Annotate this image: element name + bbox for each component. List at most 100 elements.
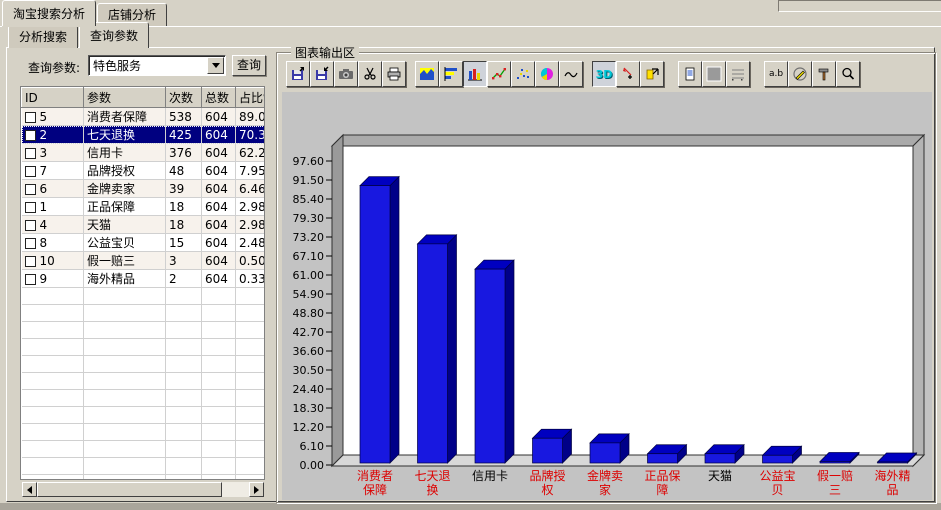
- cell-total: 604: [202, 252, 236, 270]
- area-chart-button[interactable]: [415, 61, 439, 87]
- edit-chart-button[interactable]: [788, 61, 812, 87]
- grid-lines-icon: [730, 66, 746, 82]
- query-param-combobox[interactable]: 特色服务: [88, 55, 226, 76]
- col-header-total[interactable]: 总数: [202, 88, 236, 108]
- vbar-chart-button[interactable]: [463, 61, 487, 87]
- cell-pct: 62.25: [236, 144, 266, 162]
- combobox-value: 特色服务: [89, 57, 206, 74]
- window-edge-artifact: [778, 0, 941, 12]
- tab-analysis-search[interactable]: 分析搜索: [8, 25, 78, 48]
- cell-count: 376: [166, 144, 202, 162]
- table-row[interactable]: 3信用卡37660462.25: [22, 144, 266, 162]
- table-row[interactable]: 9海外精品26040.33: [22, 270, 266, 288]
- area-chart-icon: [419, 66, 435, 82]
- toggle-3d-button[interactable]: 3D: [592, 61, 616, 87]
- table-row[interactable]: 6金牌卖家396046.46: [22, 180, 266, 198]
- cell-pct: 6.46: [236, 180, 266, 198]
- empty-row: [22, 339, 266, 356]
- zoom-button[interactable]: [836, 61, 860, 87]
- table-row[interactable]: 8公益宝贝156042.48: [22, 234, 266, 252]
- svg-text:公益宝: 公益宝: [759, 469, 795, 483]
- cell-count: 538: [166, 108, 202, 126]
- add-marker-button[interactable]: [616, 61, 640, 87]
- table-row[interactable]: 4天猫186042.98: [22, 216, 266, 234]
- svg-text:权: 权: [541, 483, 553, 497]
- cell-count: 3: [166, 252, 202, 270]
- table-row[interactable]: 2七天退换42560470.36: [22, 126, 266, 144]
- col-header-id[interactable]: ID: [22, 88, 84, 108]
- svg-text:73.20: 73.20: [293, 231, 325, 244]
- tab-taobao-search-analysis[interactable]: 淘宝搜索分析: [2, 0, 96, 26]
- cell-name: 海外精品: [84, 270, 166, 288]
- scrollbar-thumb[interactable]: [37, 482, 222, 497]
- empty-row: [22, 424, 266, 441]
- copy-image-button[interactable]: [334, 61, 358, 87]
- query-button[interactable]: 查询: [232, 55, 266, 76]
- row-checkbox[interactable]: [25, 184, 36, 195]
- row-checkbox[interactable]: [25, 112, 36, 123]
- open-chart-button[interactable]: [286, 61, 310, 87]
- svg-text:七天退: 七天退: [414, 469, 450, 483]
- chart-panel: 0.006.1012.2018.3024.4030.5036.6042.7048…: [282, 92, 932, 500]
- col-header-pct[interactable]: 占比%: [236, 88, 266, 108]
- curve-chart-button[interactable]: [559, 61, 583, 87]
- line-chart-button[interactable]: [487, 61, 511, 87]
- hammer-icon: [816, 66, 832, 82]
- empty-row: [22, 407, 266, 424]
- arrow-left-icon: [27, 486, 32, 494]
- cell-name: 天猫: [84, 216, 166, 234]
- cell-name: 正品保障: [84, 198, 166, 216]
- table-row[interactable]: 10假一赔三36040.50: [22, 252, 266, 270]
- cell-pct: 0.33: [236, 270, 266, 288]
- scatter-chart-icon: [515, 66, 531, 82]
- pie-chart-button[interactable]: [535, 61, 559, 87]
- cut-button[interactable]: [358, 61, 382, 87]
- cell-name: 公益宝贝: [84, 234, 166, 252]
- svg-text:信用卡: 信用卡: [472, 469, 508, 483]
- row-checkbox[interactable]: [25, 130, 36, 141]
- row-checkbox[interactable]: [25, 166, 36, 177]
- scatter-chart-button[interactable]: [511, 61, 535, 87]
- printer-icon: [386, 66, 402, 82]
- row-checkbox[interactable]: [25, 202, 36, 213]
- tools-button[interactable]: [812, 61, 836, 87]
- svg-text:天猫: 天猫: [708, 469, 732, 483]
- col-header-count[interactable]: 次数: [166, 88, 202, 108]
- export-edit-button[interactable]: [640, 61, 664, 87]
- threed-icon: 3D: [596, 68, 613, 81]
- empty-row: [22, 441, 266, 458]
- camera-icon: [338, 66, 354, 82]
- row-checkbox[interactable]: [25, 238, 36, 249]
- axis-labels-button[interactable]: a.b: [764, 61, 788, 87]
- row-checkbox[interactable]: [25, 256, 36, 267]
- save-chart-button[interactable]: [310, 61, 334, 87]
- empty-row: [22, 390, 266, 407]
- scroll-right-button[interactable]: [249, 482, 264, 497]
- scroll-left-button[interactable]: [22, 482, 37, 497]
- document-icon: [682, 66, 698, 82]
- scrollbar-track[interactable]: [37, 482, 249, 497]
- svg-text:贝: 贝: [771, 483, 783, 497]
- table-row[interactable]: 1正品保障186042.98: [22, 198, 266, 216]
- svg-text:18.30: 18.30: [293, 402, 325, 415]
- row-checkbox[interactable]: [25, 148, 36, 159]
- gridlines-button[interactable]: [726, 61, 750, 87]
- background-color-button[interactable]: [702, 61, 726, 87]
- row-checkbox[interactable]: [25, 274, 36, 285]
- bottom-strip: [0, 503, 941, 510]
- combobox-dropdown-button[interactable]: [207, 57, 224, 74]
- arrow-right-icon: [254, 486, 259, 494]
- page-setup-button[interactable]: [678, 61, 702, 87]
- svg-text:正品保: 正品保: [644, 469, 680, 483]
- row-checkbox[interactable]: [25, 220, 36, 231]
- query-params-label: 查询参数:: [28, 59, 80, 76]
- col-header-param[interactable]: 参数: [84, 88, 166, 108]
- print-button[interactable]: [382, 61, 406, 87]
- svg-text:12.20: 12.20: [293, 421, 325, 434]
- table-row[interactable]: 7品牌授权486047.95: [22, 162, 266, 180]
- svg-text:家: 家: [599, 482, 611, 497]
- svg-text:61.00: 61.00: [293, 269, 325, 282]
- hbar-chart-button[interactable]: [439, 61, 463, 87]
- table-row[interactable]: 5消费者保障53860489.07: [22, 108, 266, 126]
- table-hscrollbar[interactable]: [22, 482, 264, 497]
